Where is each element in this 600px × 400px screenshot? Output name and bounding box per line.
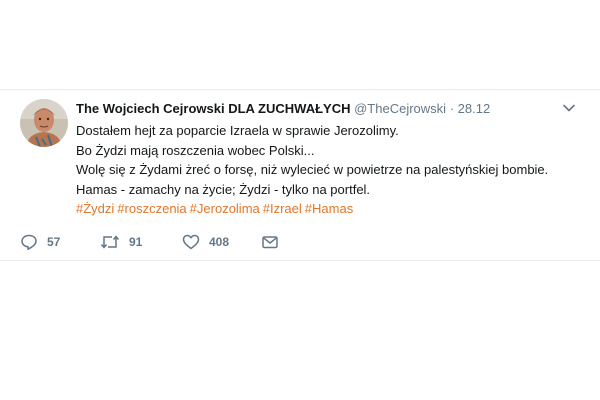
like-count: 408: [209, 235, 230, 249]
hashtag-link[interactable]: #roszczenia: [117, 201, 186, 216]
like-button[interactable]: 408: [182, 232, 229, 252]
tweet-text: Dostałem hejt za poparcie Izraela w spra…: [76, 121, 580, 219]
retweet-button[interactable]: 91: [100, 232, 142, 252]
retweet-count: 91: [129, 235, 143, 249]
separator-dot: ·: [449, 101, 455, 116]
hashtag-link[interactable]: #Żydzi: [76, 201, 114, 216]
tweet-line: Hamas - zamachy na życie; Żydzi - tylko …: [76, 181, 371, 197]
chevron-down-icon[interactable]: [562, 101, 576, 115]
hashtag-link[interactable]: #Jerozolima: [190, 201, 260, 216]
retweet-icon: [100, 233, 120, 251]
reply-button[interactable]: 57: [20, 232, 60, 252]
hashtag-list: #Żydzi #roszczenia #Jerozolima #Izrael #Hama…: [76, 199, 580, 219]
bottom-divider: [0, 260, 600, 261]
tweet-line: Dostałem hejt za poparcie Izraela w spra…: [76, 123, 399, 138]
direct-message-button[interactable]: [261, 232, 279, 252]
tweet-date[interactable]: 28.12: [458, 101, 491, 116]
display-name[interactable]: The Wojciech Cejrowski DLA ZUCHWAŁYCH: [76, 101, 350, 116]
avatar[interactable]: [20, 99, 68, 147]
tweet-line: Bo Żydzi mają roszczenia wobec Polski...: [76, 142, 315, 158]
tweet-header: The Wojciech Cejrowski DLA ZUCHWAŁYCH @T…: [76, 99, 580, 119]
heart-icon: [182, 233, 200, 251]
tweet-actions: 57 91 408: [20, 232, 340, 252]
hashtag-link[interactable]: #Izrael: [263, 201, 302, 216]
reply-count: 57: [47, 235, 61, 249]
reply-icon: [20, 233, 38, 251]
user-handle[interactable]: @TheCejrowski: [354, 101, 446, 116]
tweet-content: The Wojciech Cejrowski DLA ZUCHWAŁYCH @T…: [76, 99, 580, 219]
envelope-icon: [261, 233, 279, 251]
hashtag-link[interactable]: #Hamas: [305, 201, 353, 216]
top-divider: [0, 89, 600, 90]
avatar-image: [20, 99, 68, 147]
tweet-line: Wolę się z Żydami żreć o forsę, niż wyle…: [76, 162, 549, 177]
